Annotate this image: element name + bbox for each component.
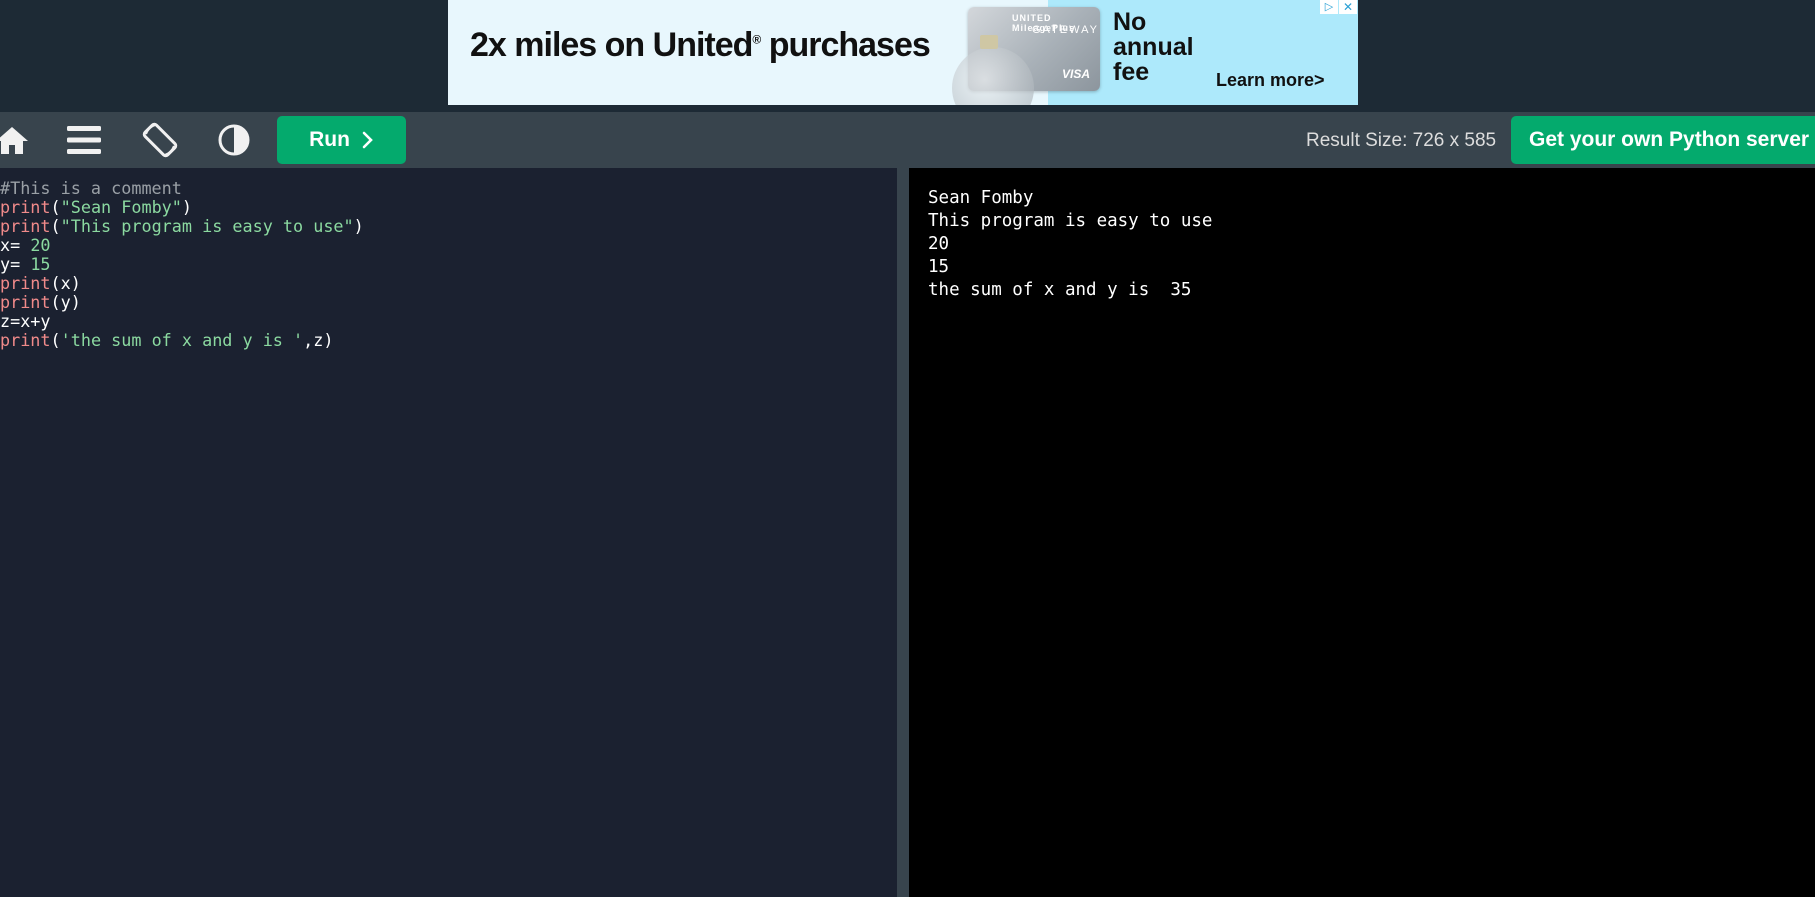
output-line: This program is easy to use xyxy=(928,211,1213,231)
credit-card-image[interactable]: UNITED MileagePlus GATEWAY VISA xyxy=(952,7,1100,105)
code-token-plain: x= xyxy=(0,235,31,255)
code-token-func: print xyxy=(0,197,51,217)
ad-learn-more-link[interactable]: Learn more> xyxy=(1216,70,1325,91)
code-editor[interactable]: #This is a comment print("Sean Fomby") pri… xyxy=(0,168,897,897)
card-network-logo: VISA xyxy=(1061,67,1090,81)
code-token-plain: ( xyxy=(50,330,61,350)
globe-graphic xyxy=(952,47,1034,105)
output-line: the sum of x and y is 35 xyxy=(928,280,1192,300)
code-token-num: 20 xyxy=(30,235,51,255)
menu-icon[interactable] xyxy=(64,122,104,158)
code-token-num: 15 xyxy=(30,254,51,274)
output-line: 20 xyxy=(928,234,950,254)
run-button-label: Run xyxy=(309,128,350,151)
contrast-icon[interactable] xyxy=(214,122,254,158)
code-token-func: print xyxy=(0,273,51,293)
output-line: 15 xyxy=(928,257,950,277)
chevron-right-icon xyxy=(362,131,373,149)
code-token-plain: ( xyxy=(50,216,61,236)
card-brand-name: GATEWAY xyxy=(1032,24,1099,36)
ad-close-icon[interactable]: ✕ xyxy=(1339,0,1357,14)
ad-headline[interactable]: 2x miles on United® purchases xyxy=(470,26,931,65)
output-line: Sean Fomby xyxy=(928,188,1034,208)
result-size-label: Result Size: 726 x 585 xyxy=(1306,130,1497,151)
run-button[interactable]: Run xyxy=(277,116,406,164)
card-chip-icon xyxy=(980,35,998,49)
pane-resize-divider[interactable] xyxy=(897,168,909,897)
code-token-func: print xyxy=(0,216,51,236)
code-token-plain: (y) xyxy=(50,292,81,312)
ad-offer-text: No annual fee xyxy=(1113,8,1194,86)
code-token-plain: ,z) xyxy=(303,330,334,350)
code-line[interactable]: print('the sum of x and y is ',z) xyxy=(0,329,333,351)
code-token-str: "This program is easy to use" xyxy=(60,216,354,236)
code-line[interactable]: print("This program is easy to use") xyxy=(0,215,364,237)
code-token-comment: #This is a comment xyxy=(0,178,182,198)
ad-banner[interactable]: 2x miles on United® purchases UNITED Mil… xyxy=(448,0,1358,105)
rotate-icon[interactable] xyxy=(140,122,180,158)
code-token-str: 'the sum of x and y is ' xyxy=(60,330,304,350)
ad-headline-text: 2x miles on United xyxy=(470,26,753,64)
code-token-func: print xyxy=(0,330,51,350)
code-token-plain: ) xyxy=(353,216,364,236)
output-panel: Sean Fomby This program is easy to use 20 1… xyxy=(909,168,1815,897)
ad-headline-suffix: purchases xyxy=(760,26,931,64)
adchoices-icon[interactable]: ▷ xyxy=(1320,0,1338,14)
code-token-func: print xyxy=(0,292,51,312)
home-icon[interactable] xyxy=(0,122,32,158)
toolbar: Run Result Size: 726 x 585 Get your own … xyxy=(0,112,1815,168)
code-token-str: "Sean Fomby" xyxy=(60,197,182,217)
code-token-plain: ) xyxy=(181,197,192,217)
code-token-plain: ( xyxy=(50,197,61,217)
code-token-plain: z=x+y xyxy=(0,311,51,331)
code-token-plain: (x) xyxy=(50,273,81,293)
code-token-plain: y= xyxy=(0,254,31,274)
get-python-server-button[interactable]: Get your own Python server xyxy=(1511,116,1815,164)
